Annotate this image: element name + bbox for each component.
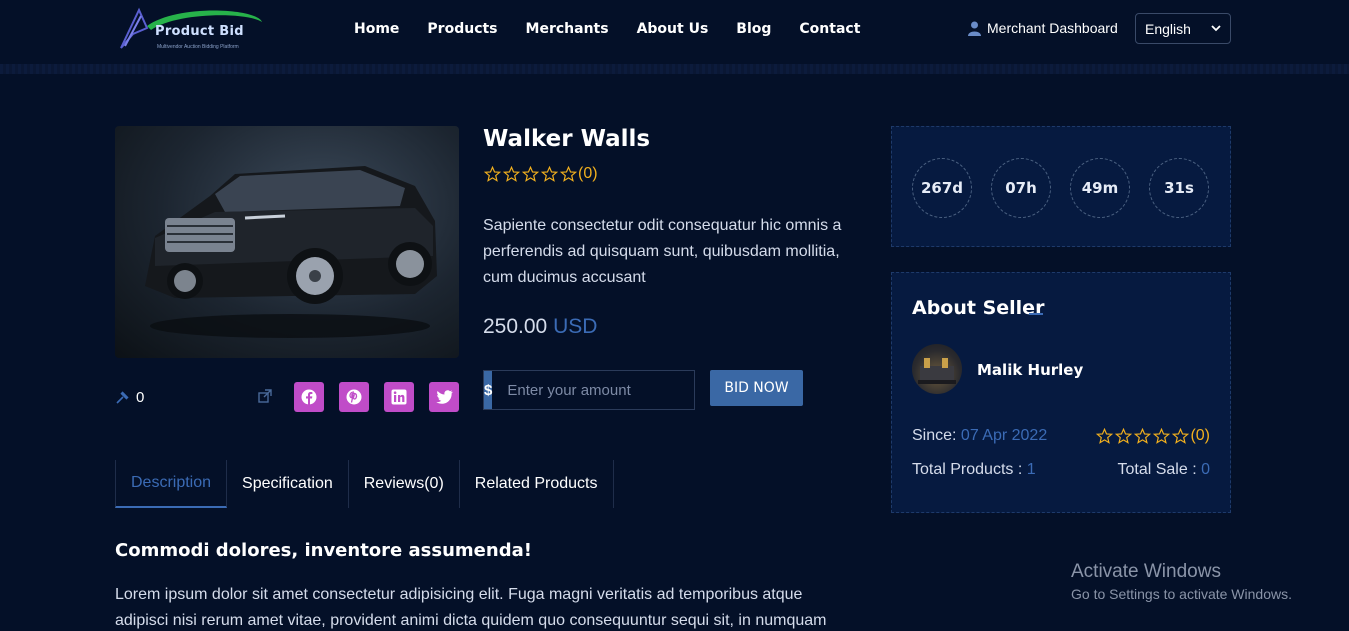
- tab-related-products[interactable]: Related Products: [460, 460, 614, 508]
- bid-count-value: 0: [136, 389, 145, 406]
- seller-since: Since: 07 Apr 2022: [912, 427, 1047, 445]
- total-products: Total Products : 1: [912, 461, 1036, 479]
- activate-windows-title: Activate Windows: [1071, 561, 1221, 582]
- linkedin-button[interactable]: [384, 382, 414, 412]
- title-underline: [1029, 313, 1043, 315]
- product-rating: (0): [483, 165, 598, 183]
- tab-reviews[interactable]: Reviews(0): [349, 460, 460, 508]
- star-icon: [1134, 427, 1152, 444]
- product-tabs: Description Specification Reviews(0) Rel…: [115, 460, 614, 508]
- language-select[interactable]: English: [1135, 13, 1231, 44]
- merchant-dashboard-label: Merchant Dashboard: [987, 20, 1118, 36]
- price-value: 250.00: [483, 315, 548, 338]
- countdown-minutes: 49m: [1070, 158, 1130, 218]
- pinterest-button[interactable]: [339, 382, 369, 412]
- gavel-icon: [116, 391, 129, 404]
- total-sale-value: 0: [1201, 461, 1210, 478]
- logo-subtitle: Multivendor Auction Bidding Platform: [157, 44, 239, 50]
- seller-stats-row: Total Products : 1 Total Sale : 0: [912, 461, 1210, 479]
- total-sale: Total Sale : 0: [1117, 461, 1210, 479]
- star-icon: [559, 165, 578, 182]
- nav-home[interactable]: Home: [354, 21, 399, 37]
- user-icon: [968, 21, 981, 36]
- tab-specification[interactable]: Specification: [227, 460, 349, 508]
- avatar[interactable]: [912, 344, 962, 394]
- product-meta-row: 0: [115, 381, 459, 413]
- pinterest-icon: [346, 389, 362, 405]
- bid-count: 0: [115, 389, 144, 406]
- total-sale-label: Total Sale :: [1117, 461, 1197, 478]
- bid-now-button[interactable]: BID NOW: [710, 370, 803, 406]
- linkedin-icon: [391, 389, 407, 405]
- nav-merchants[interactable]: Merchants: [526, 21, 609, 37]
- activate-windows-subtitle: Go to Settings to activate Windows.: [1071, 586, 1292, 602]
- product-price: 250.00 USD: [483, 315, 597, 339]
- seller-card-title: About Seller: [912, 297, 1045, 319]
- total-products-value: 1: [1026, 461, 1036, 478]
- seller-card: About Seller Malik Hurley Since: 07 Apr …: [891, 272, 1231, 513]
- description-heading: Commodi dolores, inventore assumenda!: [115, 540, 532, 561]
- description-body: Lorem ipsum dolor sit amet consectetur a…: [115, 586, 827, 629]
- seller-rating-count: (0): [1190, 427, 1210, 444]
- facebook-icon: [301, 389, 317, 405]
- star-icon: [540, 165, 559, 182]
- star-icon: [1172, 427, 1190, 444]
- car-image: [145, 166, 437, 338]
- countdown-days: 267d: [912, 158, 972, 218]
- star-icon: [1096, 427, 1114, 444]
- rating-count: (0): [578, 165, 598, 182]
- product-image[interactable]: [115, 126, 459, 358]
- bid-form: $: [483, 370, 707, 410]
- main-nav: Home Products Merchants About Us Blog Co…: [354, 21, 888, 37]
- star-icon: [1153, 427, 1171, 444]
- countdown-seconds: 31s: [1149, 158, 1209, 218]
- since-label: Since:: [912, 427, 957, 444]
- facebook-button[interactable]: [294, 382, 324, 412]
- twitter-icon: [435, 390, 453, 404]
- site-header: Product Bid Multivendor Auction Bidding …: [0, 0, 1349, 64]
- star-icon: [1115, 427, 1133, 444]
- star-icon: [483, 165, 502, 182]
- since-value: 07 Apr 2022: [960, 427, 1048, 444]
- bid-amount-input[interactable]: [492, 371, 707, 409]
- chevron-down-icon: [1211, 25, 1221, 32]
- nav-blog[interactable]: Blog: [736, 21, 771, 37]
- currency-prefix: $: [484, 371, 493, 409]
- seller-rating: (0): [1095, 427, 1210, 445]
- site-logo[interactable]: Product Bid Multivendor Auction Bidding …: [117, 4, 267, 56]
- share-icon[interactable]: [258, 389, 272, 408]
- total-products-label: Total Products :: [912, 461, 1023, 478]
- seller-name[interactable]: Malik Hurley: [977, 361, 1083, 379]
- nav-contact[interactable]: Contact: [799, 21, 860, 37]
- price-currency: USD: [553, 315, 598, 338]
- tab-description[interactable]: Description: [115, 460, 228, 508]
- product-title: Walker Walls: [483, 126, 651, 152]
- countdown-hours: 07h: [991, 158, 1051, 218]
- product-description: Sapiente consectetur odit consequatur hi…: [483, 217, 842, 286]
- header-divider: [0, 64, 1349, 74]
- merchant-dashboard-link[interactable]: Merchant Dashboard: [968, 20, 1118, 36]
- language-value: English: [1145, 20, 1191, 37]
- seller-since-row: Since: 07 Apr 2022 (0): [912, 427, 1210, 445]
- countdown-card: 267d 07h 49m 31s: [891, 126, 1231, 247]
- star-icon: [521, 165, 540, 182]
- nav-products[interactable]: Products: [427, 21, 497, 37]
- twitter-button[interactable]: [429, 382, 459, 412]
- logo-title: Product Bid: [155, 24, 244, 39]
- star-icon: [502, 165, 521, 182]
- nav-about-us[interactable]: About Us: [637, 21, 709, 37]
